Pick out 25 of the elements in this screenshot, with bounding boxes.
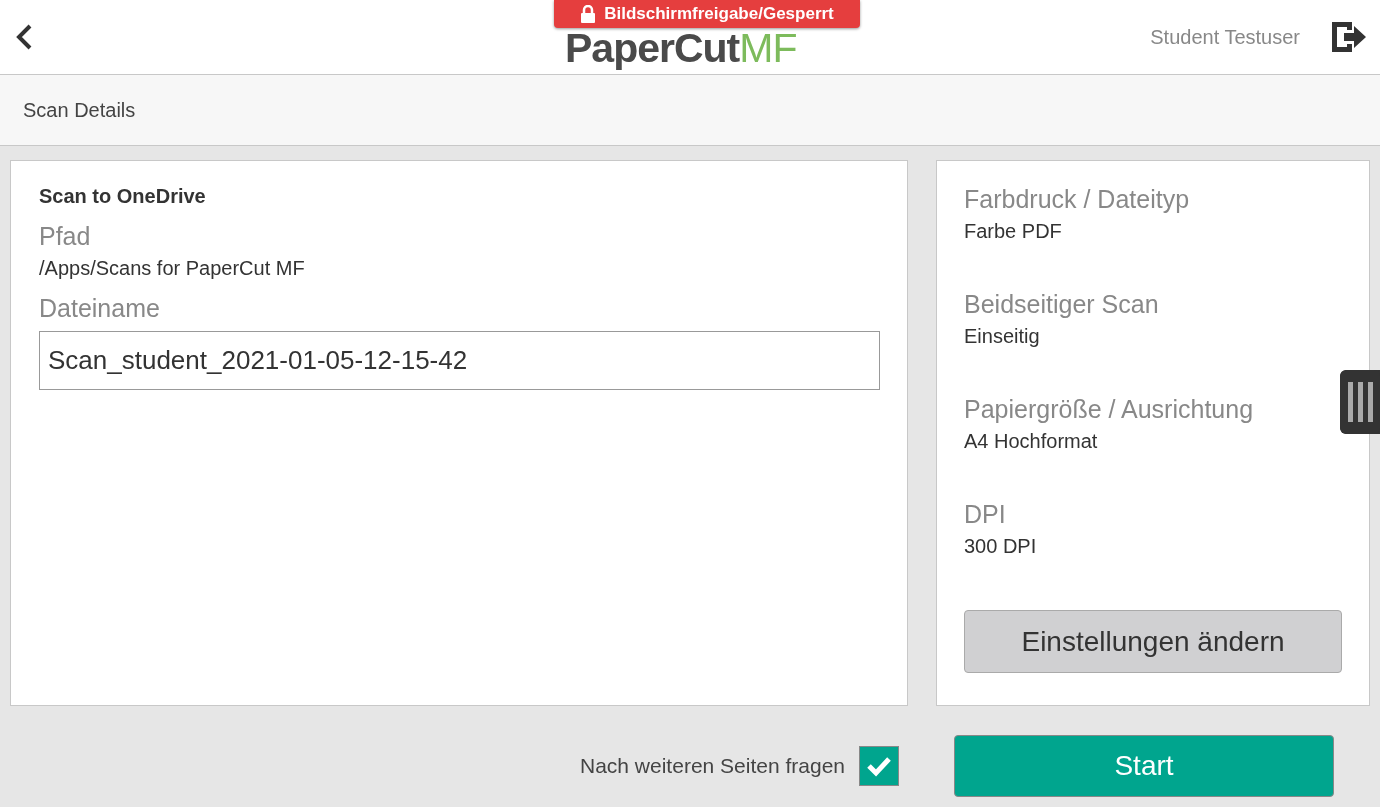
setting-value: A4 Hochformat bbox=[964, 430, 1099, 453]
setting-label: Farbdruck / Dateityp bbox=[964, 185, 1191, 214]
check-icon bbox=[866, 755, 892, 777]
setting-label: Beidseitiger Scan bbox=[964, 290, 1160, 319]
destination-title: Scan to OneDrive bbox=[39, 185, 207, 208]
change-settings-button[interactable]: Einstellungen ändern bbox=[964, 610, 1342, 673]
logout-icon[interactable] bbox=[1330, 20, 1368, 54]
field-label: Pfad bbox=[39, 222, 92, 251]
badge-text: Bildschirmfreigabe/Gesperrt bbox=[604, 4, 834, 24]
setting-label: Papiergröße / Ausrichtung bbox=[964, 395, 1255, 424]
filename-field[interactable]: Scan_student_2021-01-05-12-15-42 bbox=[39, 331, 880, 390]
path-value: /Apps/Scans for PaperCut MF bbox=[39, 257, 306, 280]
side-handle-icon[interactable] bbox=[1340, 370, 1380, 434]
user-name: Student Testuser bbox=[1150, 25, 1300, 49]
checkbox[interactable] bbox=[859, 746, 899, 786]
field-label: Dateiname bbox=[39, 294, 161, 323]
checkbox-label: Nach weiteren Seiten fragen bbox=[580, 754, 845, 778]
setting-value: Farbe PDF bbox=[964, 220, 1063, 243]
lock-icon bbox=[580, 5, 597, 23]
setting-value: Einseitig bbox=[964, 325, 1041, 348]
logo-suffix: MF bbox=[739, 24, 797, 72]
page-title: Scan Details bbox=[23, 98, 136, 122]
setting-label: DPI bbox=[964, 500, 1007, 529]
logo-text: PaperCut bbox=[565, 24, 740, 72]
setting-value: 300 DPI bbox=[964, 535, 1038, 558]
